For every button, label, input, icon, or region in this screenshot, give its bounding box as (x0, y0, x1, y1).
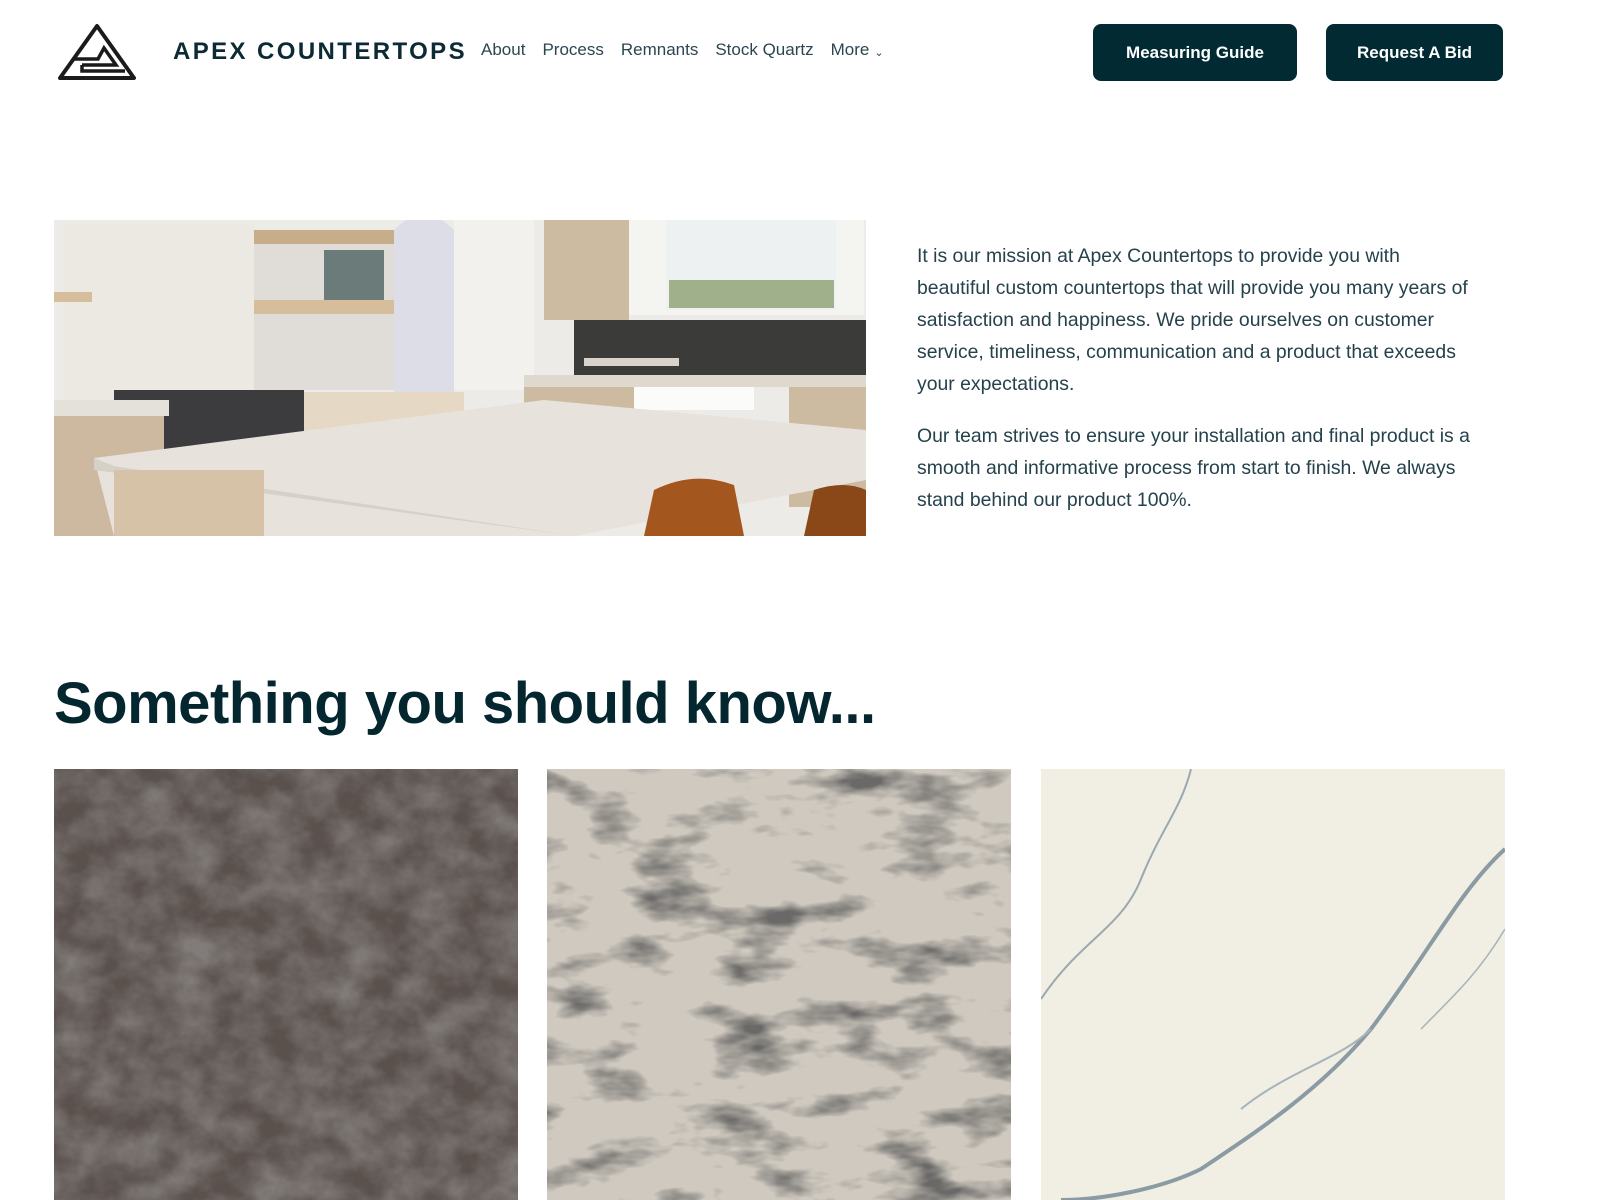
stone-sample-dark (54, 769, 518, 1200)
mission-paragraph: It is our mission at Apex Countertops to… (917, 245, 1468, 395)
mission-text: It is our mission at Apex Countertops to… (917, 240, 1477, 536)
site-header: APEX COUNTERTOPS About Process Remnants … (0, 0, 1600, 104)
nav-stock-quartz[interactable]: Stock Quartz (715, 40, 813, 60)
team-paragraph: Our team strives to ensure your installa… (917, 425, 1470, 511)
nav-process[interactable]: Process (542, 40, 603, 60)
dark-stone-texture (54, 769, 518, 1200)
kitchen-image (54, 220, 866, 536)
section-title: Something you should know... (54, 671, 876, 736)
white-stone-texture (1041, 769, 1505, 1200)
grey-stone-texture (547, 769, 1011, 1200)
chevron-down-icon: ⌄ (874, 46, 884, 59)
brand-name[interactable]: APEX COUNTERTOPS (173, 38, 467, 66)
kitchen-illustration (54, 220, 866, 536)
measuring-guide-button[interactable]: Measuring Guide (1093, 24, 1297, 81)
apex-logo-icon (58, 24, 136, 80)
main-nav: About Process Remnants Stock Quartz More… (481, 40, 884, 60)
nav-more[interactable]: More ⌄ (831, 40, 884, 60)
nav-remnants[interactable]: Remnants (621, 40, 698, 60)
nav-about[interactable]: About (481, 40, 525, 60)
stone-sample-grey (547, 769, 1011, 1200)
nav-more-label: More (830, 40, 870, 59)
request-bid-button[interactable]: Request A Bid (1326, 24, 1503, 81)
stone-sample-white (1041, 769, 1505, 1200)
